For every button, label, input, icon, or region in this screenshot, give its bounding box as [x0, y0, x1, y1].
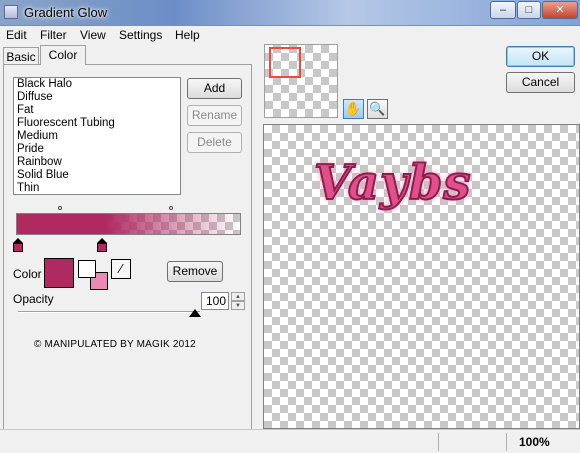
- menu-settings[interactable]: Settings: [119, 28, 162, 42]
- add-preset-button[interactable]: Add: [187, 78, 242, 99]
- color-label: Color: [13, 267, 42, 281]
- color-stop-left[interactable]: [13, 238, 23, 252]
- spin-down-icon[interactable]: ▼: [231, 301, 245, 310]
- navigator-preview[interactable]: [264, 44, 338, 118]
- opacity-label: Opacity: [13, 292, 54, 306]
- hand-icon[interactable]: ✋: [343, 99, 364, 119]
- gradient-bar[interactable]: [16, 213, 241, 235]
- opacity-input[interactable]: 100: [201, 292, 229, 310]
- menu-bar: Edit Filter View Settings Help: [0, 26, 580, 44]
- midpoint-marker[interactable]: [58, 206, 62, 210]
- preset-list[interactable]: Black Halo Diffuse Fat Fluorescent Tubin…: [13, 77, 181, 195]
- list-item[interactable]: Thin: [14, 182, 180, 195]
- list-item[interactable]: Diffuse: [14, 91, 180, 104]
- tab-color[interactable]: Color: [40, 45, 86, 65]
- list-item[interactable]: Medium: [14, 130, 180, 143]
- opacity-slider-thumb[interactable]: [189, 309, 201, 317]
- menu-view[interactable]: View: [80, 28, 106, 42]
- menu-help[interactable]: Help: [175, 28, 200, 42]
- color-stop-middle[interactable]: [97, 238, 107, 252]
- menu-filter[interactable]: Filter: [40, 28, 67, 42]
- rename-preset-button[interactable]: Rename: [187, 105, 242, 126]
- main-preview[interactable]: Vaybs: [263, 124, 580, 429]
- primary-color-swatch[interactable]: [78, 260, 96, 278]
- cancel-button[interactable]: Cancel: [506, 72, 575, 93]
- list-item[interactable]: Pride: [14, 143, 180, 156]
- menu-edit[interactable]: Edit: [6, 28, 27, 42]
- remove-stop-button[interactable]: Remove: [167, 261, 223, 282]
- delete-preset-button[interactable]: Delete: [187, 132, 242, 153]
- opacity-spinner[interactable]: ▲ ▼: [231, 292, 245, 310]
- zoom-level: 100%: [519, 435, 550, 449]
- window-title: Gradient Glow: [24, 5, 108, 20]
- viewport-box[interactable]: [269, 47, 301, 78]
- midpoint-marker[interactable]: [169, 206, 173, 210]
- title-bar: Gradient Glow – □ ✕: [0, 0, 580, 26]
- ok-button[interactable]: OK: [506, 46, 575, 67]
- list-item[interactable]: Rainbow: [14, 156, 180, 169]
- color-swatch[interactable]: [44, 258, 74, 288]
- credit-text: © MANIPULATED BY MAGIK 2012: [34, 339, 196, 350]
- opacity-slider-track[interactable]: [18, 311, 200, 313]
- status-bar: 100%: [0, 429, 580, 453]
- eyedropper-button[interactable]: ⁄: [111, 259, 131, 279]
- app-icon: [4, 5, 18, 19]
- maximize-button[interactable]: □: [517, 1, 541, 19]
- list-item[interactable]: Fat: [14, 104, 180, 117]
- minimize-button[interactable]: –: [490, 1, 516, 19]
- zoom-icon[interactable]: 🔍: [367, 99, 388, 119]
- spin-up-icon[interactable]: ▲: [231, 292, 245, 301]
- close-button[interactable]: ✕: [542, 1, 578, 19]
- preview-text: Vaybs: [313, 154, 472, 212]
- list-item[interactable]: Solid Blue: [14, 169, 180, 182]
- list-item[interactable]: Black Halo: [14, 78, 180, 91]
- list-item[interactable]: Fluorescent Tubing: [14, 117, 180, 130]
